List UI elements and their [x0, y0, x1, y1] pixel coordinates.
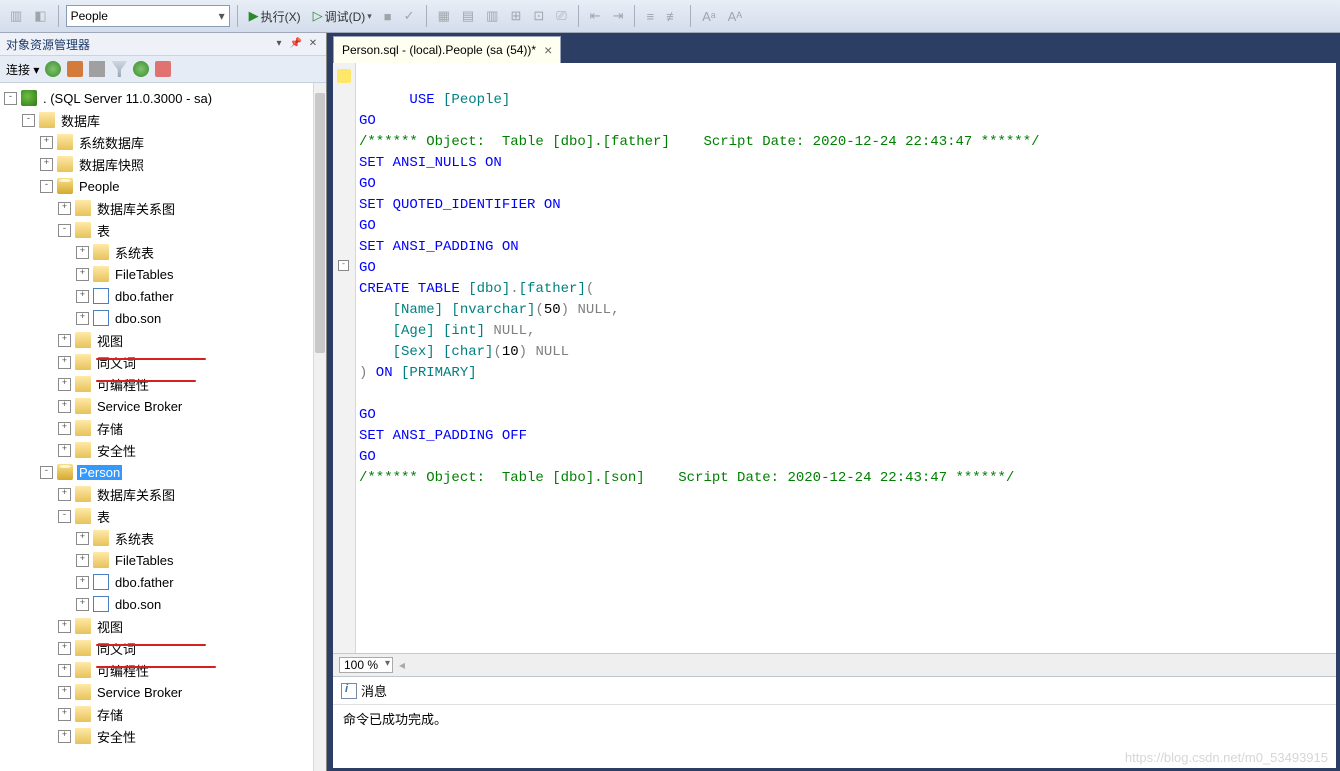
report-icon[interactable]: [155, 61, 171, 77]
object-explorer-panel: 对象资源管理器 ▾ 📌 ✕ 连接 ▾ -. (SQL Server 11.0.3…: [0, 33, 327, 771]
execute-button[interactable]: ▶ 执行(X): [245, 6, 305, 27]
person-father-table-node[interactable]: +dbo.father: [0, 571, 326, 593]
database-snapshots-node[interactable]: +数据库快照: [0, 153, 326, 175]
people-father-table-node[interactable]: +dbo.father: [0, 285, 326, 307]
database-combo[interactable]: People: [66, 5, 230, 27]
panel-title-text: 对象资源管理器: [6, 36, 90, 53]
messages-tab-label: 消息: [361, 681, 387, 700]
comment-button[interactable]: ≡: [642, 7, 658, 26]
editor-panel: Person.sql - (local).People (sa (54))* ×…: [333, 47, 1336, 768]
people-tables-node[interactable]: -表: [0, 219, 326, 241]
person-views-node[interactable]: +视图: [0, 615, 326, 637]
system-databases-node[interactable]: +系统数据库: [0, 131, 326, 153]
parse-button[interactable]: ✓: [400, 6, 419, 26]
messages-body: 命令已成功完成。: [333, 705, 1336, 768]
tb-ico-6[interactable]: ⎚: [552, 6, 570, 26]
tb-ico-5[interactable]: ⊡: [529, 6, 548, 26]
server-node[interactable]: -. (SQL Server 11.0.3000 - sa): [0, 87, 326, 109]
disconnect-icon[interactable]: [67, 61, 83, 77]
toolbar-btn-2[interactable]: ◧: [30, 6, 50, 26]
sync-icon[interactable]: [133, 61, 149, 77]
font-dec-button[interactable]: Aᵃ: [698, 7, 720, 26]
object-tree[interactable]: -. (SQL Server 11.0.3000 - sa) -数据库 +系统数…: [0, 83, 326, 751]
people-views-node[interactable]: +视图: [0, 329, 326, 351]
fold-minus-icon[interactable]: -: [338, 260, 349, 271]
tb-ico-1[interactable]: ▦: [434, 6, 454, 26]
stop-icon[interactable]: [89, 61, 105, 77]
person-programmability-node[interactable]: +可编程性: [0, 659, 326, 681]
people-storage-node[interactable]: +存储: [0, 417, 326, 439]
panel-dropdown-button[interactable]: ▾: [272, 37, 286, 51]
stop-button[interactable]: ■: [380, 7, 396, 26]
sql-editor[interactable]: - USE [People] GO /****** Object: Table …: [333, 63, 1336, 653]
people-security-node[interactable]: +安全性: [0, 439, 326, 461]
people-db-node[interactable]: -People: [0, 175, 326, 197]
info-icon: [341, 683, 357, 699]
people-system-tables-node[interactable]: +系统表: [0, 241, 326, 263]
person-son-table-node[interactable]: +dbo.son: [0, 593, 326, 615]
people-son-table-node[interactable]: +dbo.son: [0, 307, 326, 329]
panel-close-button[interactable]: ✕: [306, 37, 320, 51]
person-tables-node[interactable]: -表: [0, 505, 326, 527]
zoom-combo[interactable]: 100 %: [339, 657, 393, 673]
messages-tab[interactable]: 消息: [333, 677, 1336, 705]
annotation-underline: [96, 644, 206, 646]
person-security-node[interactable]: +安全性: [0, 725, 326, 747]
databases-node[interactable]: -数据库: [0, 109, 326, 131]
filter-icon[interactable]: [111, 61, 127, 77]
close-icon[interactable]: ×: [544, 42, 552, 58]
refresh-icon[interactable]: [45, 61, 61, 77]
person-servicebroker-node[interactable]: +Service Broker: [0, 681, 326, 703]
zoom-bar: 100 % ◂: [333, 653, 1336, 676]
editor-tab[interactable]: Person.sql - (local).People (sa (54))* ×: [333, 36, 561, 63]
messages-panel: 消息 命令已成功完成。: [333, 676, 1336, 768]
people-programmability-node[interactable]: +可编程性: [0, 373, 326, 395]
uncomment-button[interactable]: ≢: [662, 7, 683, 26]
indent-inc-button[interactable]: ⇥: [609, 6, 628, 26]
debug-button[interactable]: ▷ 调试(D) ▾: [309, 6, 376, 27]
person-storage-node[interactable]: +存储: [0, 703, 326, 725]
tb-ico-4[interactable]: ⊞: [506, 6, 525, 26]
person-db-node[interactable]: -Person: [0, 461, 326, 483]
indent-dec-button[interactable]: ⇤: [586, 6, 605, 26]
person-filetables-node[interactable]: +FileTables: [0, 549, 326, 571]
people-diagrams-node[interactable]: +数据库关系图: [0, 197, 326, 219]
annotation-underline: [96, 358, 206, 360]
people-filetables-node[interactable]: +FileTables: [0, 263, 326, 285]
people-synonyms-node[interactable]: +同义词: [0, 351, 326, 373]
bookmark-icon: [337, 69, 351, 83]
toolbar-btn-1[interactable]: ▥: [6, 6, 26, 26]
annotation-underline: [96, 666, 216, 668]
people-servicebroker-node[interactable]: +Service Broker: [0, 395, 326, 417]
panel-pin-button[interactable]: 📌: [289, 37, 303, 51]
tb-ico-3[interactable]: ▥: [482, 6, 502, 26]
person-synonyms-node[interactable]: +同义词: [0, 637, 326, 659]
connect-button[interactable]: 连接 ▾: [6, 61, 39, 78]
main-toolbar: ▥ ◧ People ▶ 执行(X) ▷ 调试(D) ▾ ■ ✓ ▦ ▤ ▥ ⊞…: [0, 0, 1340, 33]
editor-gutter: -: [333, 63, 356, 653]
tree-scrollbar[interactable]: [313, 83, 326, 771]
panel-titlebar: 对象资源管理器 ▾ 📌 ✕: [0, 33, 326, 56]
person-system-tables-node[interactable]: +系统表: [0, 527, 326, 549]
font-inc-button[interactable]: Aᴬ: [724, 7, 747, 26]
person-diagrams-node[interactable]: +数据库关系图: [0, 483, 326, 505]
editor-tabstrip: Person.sql - (local).People (sa (54))* ×: [327, 33, 1340, 63]
tb-ico-2[interactable]: ▤: [458, 6, 478, 26]
explorer-toolbar: 连接 ▾: [0, 56, 326, 83]
annotation-underline: [96, 380, 196, 382]
editor-tab-title: Person.sql - (local).People (sa (54))*: [342, 43, 536, 57]
